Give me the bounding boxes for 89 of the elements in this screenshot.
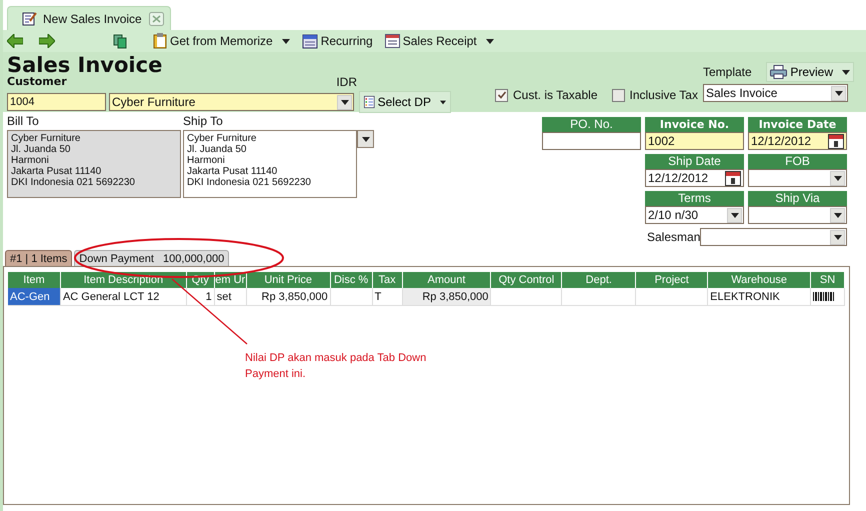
dropdown-button[interactable] <box>830 208 845 222</box>
dropdown-button[interactable] <box>337 94 352 110</box>
preview-button[interactable]: Preview <box>766 62 854 82</box>
table-cell: AC-Gen <box>8 288 61 306</box>
toolbar-button[interactable]: Get from Memorize <box>151 33 292 49</box>
tab-title: New Sales Invoice <box>43 12 142 26</box>
receipt-icon <box>384 34 400 48</box>
select-dp-button[interactable]: Select DP <box>359 91 451 113</box>
checkbox[interactable] <box>495 88 508 102</box>
calendar-icon <box>302 33 318 49</box>
copy-icon[interactable] <box>113 34 127 48</box>
column-header[interactable]: Project <box>636 272 708 288</box>
field-header: Invoice Date <box>748 117 847 132</box>
dropdown-button[interactable] <box>831 86 846 100</box>
column-header[interactable]: SN <box>811 272 845 288</box>
column-header[interactable]: Dept. <box>562 272 636 288</box>
caret-icon[interactable] <box>282 38 290 44</box>
currency-label: IDR <box>336 76 357 88</box>
dropdown-field[interactable] <box>748 169 847 187</box>
printer-icon <box>770 65 788 79</box>
table-cell: AC General LCT 12 <box>60 288 187 306</box>
toolbar-button[interactable]: Sales Receipt <box>382 34 496 48</box>
text-field[interactable] <box>542 132 641 150</box>
field-header: Ship Date <box>645 154 744 169</box>
field-header: PO. No. <box>542 117 641 132</box>
caret-icon <box>834 90 842 96</box>
dropdown-field[interactable] <box>748 206 847 224</box>
bill-to-label: Bill To <box>7 115 40 127</box>
document-tab[interactable]: New Sales Invoice <box>7 6 171 30</box>
column-header[interactable]: Warehouse <box>708 272 812 288</box>
caret-icon <box>730 212 738 218</box>
column-header[interactable]: Qty Control <box>491 272 562 288</box>
back-arrow-icon[interactable] <box>7 34 23 48</box>
customer-id-field[interactable]: 1004 <box>7 93 106 111</box>
table-cell: set <box>214 288 247 306</box>
customer-name-field[interactable]: Cyber Furniture <box>109 93 354 111</box>
customer-label: Customer <box>7 76 67 88</box>
field-header: Invoice No. <box>645 117 744 132</box>
column-header[interactable]: Item Description <box>60 272 187 288</box>
caret-icon <box>340 100 348 104</box>
form-title: Sales Invoice <box>7 54 164 76</box>
salesman-label: Salesman <box>647 230 700 244</box>
date-field[interactable]: 12/12/2012 <box>748 132 847 150</box>
calendar-icon[interactable] <box>828 134 844 148</box>
tab[interactable]: Down Payment 100,000,000 <box>74 250 230 266</box>
caret-icon <box>440 100 446 104</box>
checkbox-label: Cust. is Taxable <box>513 88 598 102</box>
checkbox-label: Inclusive Tax <box>630 88 698 102</box>
salesman-select[interactable] <box>700 228 847 246</box>
column-header[interactable]: Tax <box>372 272 403 288</box>
tab[interactable]: #1 | 1 Items <box>5 250 72 266</box>
date-field[interactable]: 12/12/2012 <box>645 169 744 187</box>
table-cell: ELEKTRONIK <box>708 288 812 306</box>
caret-icon <box>834 234 842 240</box>
annotation-note: Nilai DP akan masuk pada Tab Down Payment ini. <box>245 351 428 382</box>
dropdown-field[interactable]: 2/10 n/30 <box>645 206 744 224</box>
edit-document-icon <box>22 11 37 26</box>
table-cell: Rp 3,850,000 <box>246 288 331 306</box>
caret-icon <box>834 212 842 218</box>
column-header[interactable]: Disc % <box>330 272 373 288</box>
dropdown-button[interactable] <box>830 230 845 244</box>
barcode-icon <box>813 292 836 301</box>
caret-icon <box>842 70 850 74</box>
field-header: FOB <box>748 154 847 169</box>
field-header: Ship Via <box>748 191 847 206</box>
ship-to-address[interactable]: Cyber Furniture Jl. Juanda 50 Harmoni Jakarta Pusat 11140 DKI Indonesia 021 5692230 <box>183 130 357 198</box>
ship-to-label: Ship To <box>183 115 224 127</box>
toolbar-button[interactable]: Recurring <box>300 33 375 49</box>
list-icon <box>364 94 375 110</box>
table-cell: Rp 3,850,000 <box>402 288 492 306</box>
column-header[interactable]: Item <box>8 272 61 288</box>
caret-icon <box>834 176 842 180</box>
dropdown-button[interactable] <box>727 208 742 222</box>
template-label: Template <box>703 65 752 79</box>
forward-arrow-icon[interactable] <box>39 34 55 48</box>
caret-icon[interactable] <box>486 38 494 44</box>
dropdown-button[interactable] <box>357 130 374 148</box>
column-header[interactable]: Unit Price <box>246 272 331 288</box>
checkbox[interactable] <box>612 88 624 102</box>
field-header: Terms <box>645 191 744 206</box>
clipboard-icon <box>153 33 167 49</box>
column-header[interactable]: Amount <box>402 272 492 288</box>
table-cell: 1 <box>186 288 215 306</box>
template-select[interactable]: Sales Invoice <box>703 84 848 102</box>
calendar-icon[interactable] <box>725 170 741 186</box>
text-field[interactable]: 1002 <box>645 132 744 150</box>
bill-to-address: Cyber Furniture Jl. Juanda 50 Harmoni Jakarta Pusat 11140 DKI Indonesia 021 5692230 <box>7 130 181 198</box>
caret-icon <box>362 136 370 142</box>
dropdown-button[interactable] <box>830 170 845 186</box>
